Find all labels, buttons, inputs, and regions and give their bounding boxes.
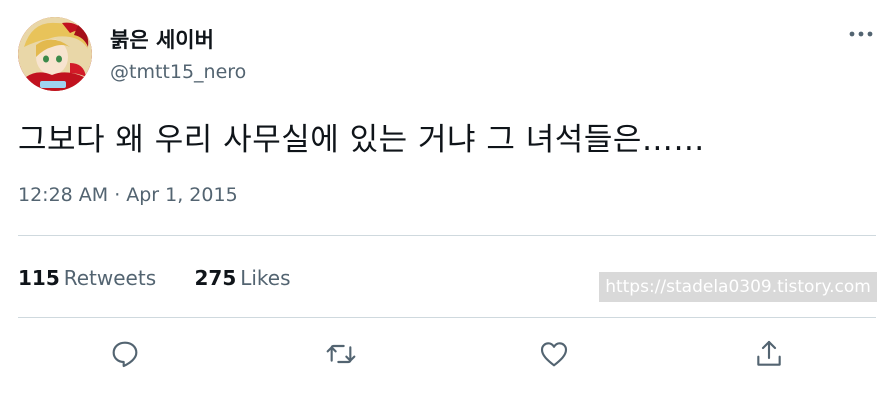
share-icon [757,340,781,366]
heart-icon [540,342,568,367]
user-handle[interactable]: @tmtt15_nero [110,61,246,83]
retweets-label: Retweets [63,266,157,290]
retweets-count: 115 [18,266,60,290]
share-button[interactable] [749,334,789,374]
likes-count: 275 [194,266,237,290]
tweet-timestamp[interactable]: 12:28 AM · Apr 1, 2015 [18,184,238,206]
watermark: https://stadela0309.tistory.com [599,272,877,302]
likes-stat[interactable]: 275 Likes [194,266,290,290]
display-name[interactable]: 붉은 세이버 [110,24,214,54]
likes-label: Likes [240,266,291,290]
tweet-time: 12:28 AM [18,184,109,206]
retweet-icon [326,344,356,364]
engagement-stats: 115 Retweets 275 Likes [18,266,323,290]
tweet-date: Apr 1, 2015 [126,184,238,206]
retweet-button[interactable] [321,334,361,374]
retweets-stat[interactable]: 115 Retweets [18,266,156,290]
avatar[interactable] [18,17,92,91]
divider [18,235,876,236]
like-button[interactable] [534,334,574,374]
divider [18,317,876,318]
action-bar [0,334,894,374]
more-options-button[interactable] [844,22,878,46]
reply-icon [112,341,138,368]
timestamp-separator: · [114,184,121,206]
avatar-image [18,17,92,91]
more-dots-icon [849,31,873,37]
reply-button[interactable] [105,334,145,374]
tweet-card: 붉은 세이버 @tmtt15_nero 그보다 왜 우리 사무실에 있는 거냐 … [0,0,894,409]
tweet-text: 그보다 왜 우리 사무실에 있는 거냐 그 녀석들은…… [18,122,705,158]
